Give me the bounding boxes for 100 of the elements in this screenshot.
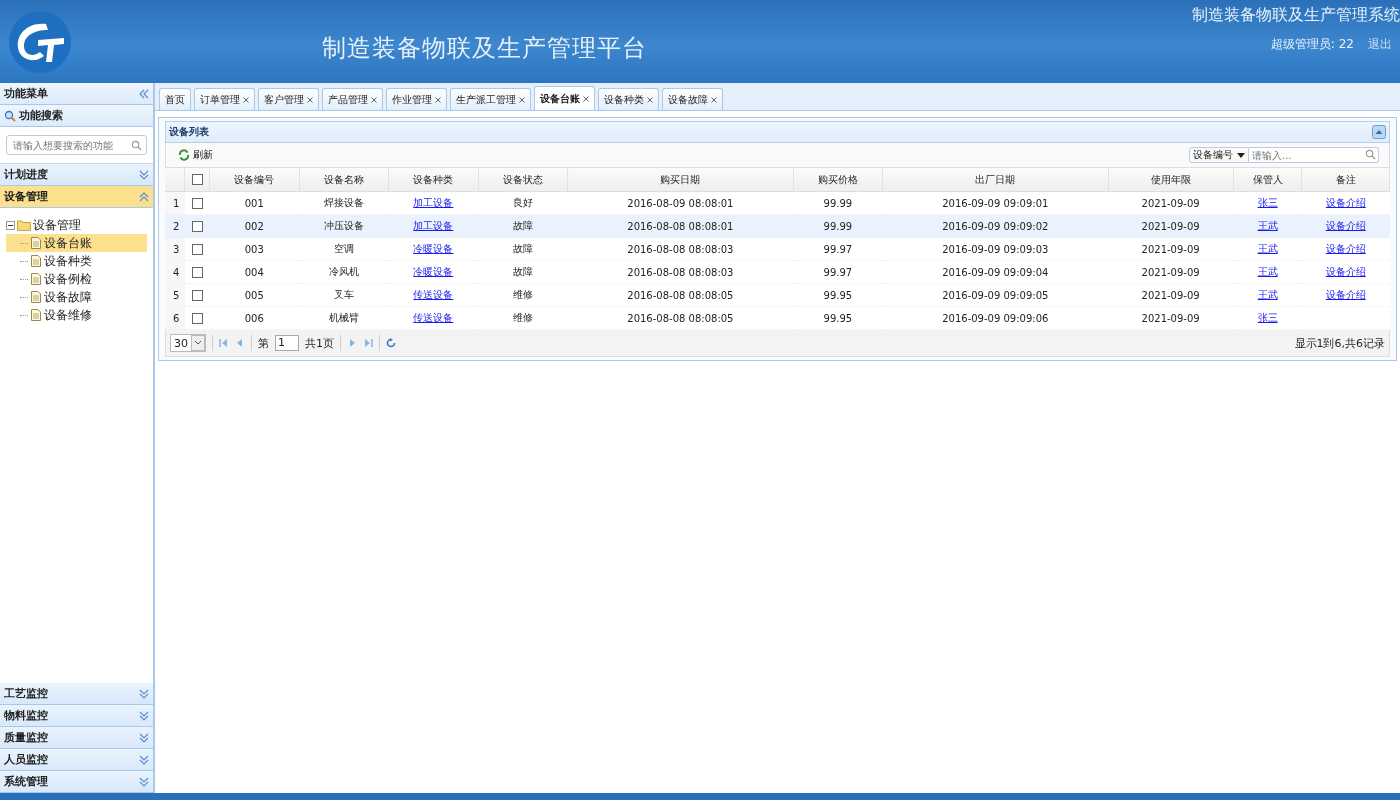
accordion-header[interactable]: 设备管理 [0, 186, 153, 208]
search-icon [4, 109, 16, 122]
table-cell: 2016-09-09 09:09:01 [942, 197, 1049, 209]
table-row[interactable]: 3 003 空调 冷暖设备 故障 2016-08-08 08:08:03 99.97 2016-09-09 09:09:03 2021-09-09 王武 设备介绍 [165, 237, 1390, 261]
chevron-down-icon [139, 732, 149, 743]
reload-icon[interactable] [386, 338, 396, 348]
table-cell: 冷风机 [328, 266, 359, 277]
tab[interactable]: 产品管理 [322, 88, 383, 110]
filter-field-select[interactable]: 设备编号 [1189, 147, 1249, 163]
column-header: 备注 [1301, 168, 1390, 192]
close-icon[interactable] [583, 95, 589, 102]
table-row[interactable]: 4 004 冷风机 冷暖设备 故障 2016-08-08 08:08:03 99.97 2016-09-09 09:09:04 2021-09-09 王武 设备介绍 [165, 260, 1390, 284]
table-cell: 2021-09-09 [1141, 220, 1200, 232]
table-row[interactable]: 2 002 冲压设备 加工设备 故障 2016-08-08 08:08:01 99.99 2016-09-09 09:09:02 2021-09-09 王武 设备介绍 [165, 214, 1390, 238]
table-row[interactable]: 5 005 叉车 传送设备 维修 2016-08-08 08:08:05 99.95 2016-09-09 09:09:05 2021-09-09 王武 设备介绍 [165, 283, 1390, 307]
tab[interactable]: 首页 [159, 88, 191, 110]
user-label: 超级管理员: 22 [1270, 36, 1354, 53]
collapse-toggle-icon[interactable] [6, 220, 15, 230]
document-icon [31, 291, 41, 303]
table-cell: 维修 [512, 289, 533, 300]
row-checkbox[interactable] [191, 220, 203, 232]
document-icon [31, 237, 41, 249]
tab[interactable]: 客户管理 [258, 88, 319, 110]
close-icon[interactable] [519, 96, 525, 103]
table-cell: 2016-09-09 09:09:03 [942, 243, 1049, 255]
tab[interactable]: 订单管理 [194, 88, 255, 110]
table-link[interactable]: 王武 [1257, 220, 1278, 231]
table-link[interactable]: 传送设备 [413, 289, 454, 300]
accordion-header[interactable]: 质量监控 [0, 727, 153, 749]
table-row[interactable]: 6 006 机械臂 传送设备 维修 2016-08-08 08:08:05 99.95 2016-09-09 09:09:06 2021-09-09 张三 [165, 306, 1390, 330]
row-checkbox[interactable] [191, 312, 203, 324]
table-link[interactable]: 冷暖设备 [413, 243, 454, 254]
accordion-header[interactable]: 物料监控 [0, 705, 153, 727]
chevron-up-icon [139, 191, 149, 202]
close-icon[interactable] [435, 96, 441, 103]
collapse-icon[interactable] [1372, 125, 1386, 139]
tab[interactable]: 设备故障 [662, 88, 723, 110]
tree-item[interactable]: 设备故障 [6, 288, 147, 306]
accordion-header[interactable]: 计划进度 [0, 164, 153, 186]
search-icon[interactable] [131, 139, 142, 151]
table-link[interactable]: 王武 [1257, 266, 1278, 277]
refresh-button[interactable]: 刷新 [176, 146, 215, 164]
document-icon [31, 273, 41, 285]
tab[interactable]: 生产派工管理 [450, 88, 531, 110]
table-link[interactable]: 冷暖设备 [413, 266, 454, 277]
platform-title: 制造装备物联及生产管理平台 [322, 32, 647, 64]
tree-item[interactable]: 设备种类 [6, 252, 147, 270]
accordion-header[interactable]: 工艺监控 [0, 683, 153, 705]
chevron-down-icon [139, 169, 149, 180]
page-number-field[interactable]: 1 [275, 335, 299, 351]
tab[interactable]: 作业管理 [386, 88, 447, 110]
row-checkbox[interactable] [191, 243, 203, 255]
table-link[interactable]: 传送设备 [413, 312, 454, 323]
table-row[interactable]: 1 001 焊接设备 加工设备 良好 2016-08-09 08:08:01 99.99 2016-09-09 09:09:01 2021-09-09 张三 设备介绍 [165, 191, 1390, 215]
page-size-select[interactable]: 30 [170, 334, 206, 352]
table-cell: 99.95 [823, 289, 853, 301]
close-icon[interactable] [711, 96, 717, 103]
close-icon[interactable] [307, 96, 313, 103]
tree-item[interactable]: 设备台账 [6, 234, 147, 252]
row-checkbox[interactable] [191, 289, 203, 301]
tab[interactable]: 设备种类 [598, 88, 659, 110]
accordion-header[interactable]: 系统管理 [0, 771, 153, 793]
chevron-down-icon [139, 688, 149, 699]
page-total: 共1页 [305, 335, 334, 351]
table-link[interactable]: 王武 [1257, 243, 1278, 254]
table-link[interactable]: 设备介绍 [1325, 197, 1366, 208]
table-cell: 机械臂 [328, 312, 359, 323]
table-link[interactable]: 设备介绍 [1325, 243, 1366, 254]
collapse-icon[interactable] [139, 88, 149, 99]
row-checkbox[interactable] [191, 266, 203, 278]
close-icon[interactable] [243, 96, 249, 103]
table-link[interactable]: 设备介绍 [1325, 289, 1366, 300]
table-cell: 2016-08-08 08:08:01 [627, 220, 734, 232]
table-cell: 2016-08-08 08:08:03 [627, 243, 734, 255]
table-link[interactable]: 设备介绍 [1325, 266, 1366, 277]
chevron-down-icon [139, 754, 149, 765]
caret-icon [1237, 152, 1245, 158]
search-icon[interactable] [1365, 149, 1376, 160]
tree-item[interactable]: 设备例检 [6, 270, 147, 288]
document-icon [31, 255, 41, 267]
row-checkbox[interactable] [191, 197, 203, 209]
table-link[interactable]: 王武 [1257, 289, 1278, 300]
chevron-down-icon [139, 776, 149, 787]
close-icon[interactable] [647, 96, 653, 103]
tree-item[interactable]: 设备维修 [6, 306, 147, 324]
table-link[interactable]: 张三 [1257, 312, 1278, 323]
table-cell: 99.99 [823, 197, 853, 209]
row-number: 4 [165, 260, 185, 284]
close-icon[interactable] [371, 96, 377, 103]
row-number: 1 [165, 191, 185, 215]
tree-folder[interactable]: 设备管理 [33, 216, 81, 234]
column-header: 出厂日期 [882, 168, 1108, 192]
select-all-checkbox[interactable] [191, 174, 203, 186]
table-cell: 2021-09-09 [1141, 197, 1200, 209]
table-link[interactable]: 张三 [1257, 197, 1278, 208]
function-search-field[interactable]: 请输入想要搜索的功能 [6, 135, 147, 155]
filter-search-field[interactable]: 请输入... [1249, 147, 1379, 163]
table-link[interactable]: 加工设备 [413, 197, 454, 208]
tab[interactable]: 设备台账 [534, 86, 595, 110]
accordion-header[interactable]: 人员监控 [0, 749, 153, 771]
